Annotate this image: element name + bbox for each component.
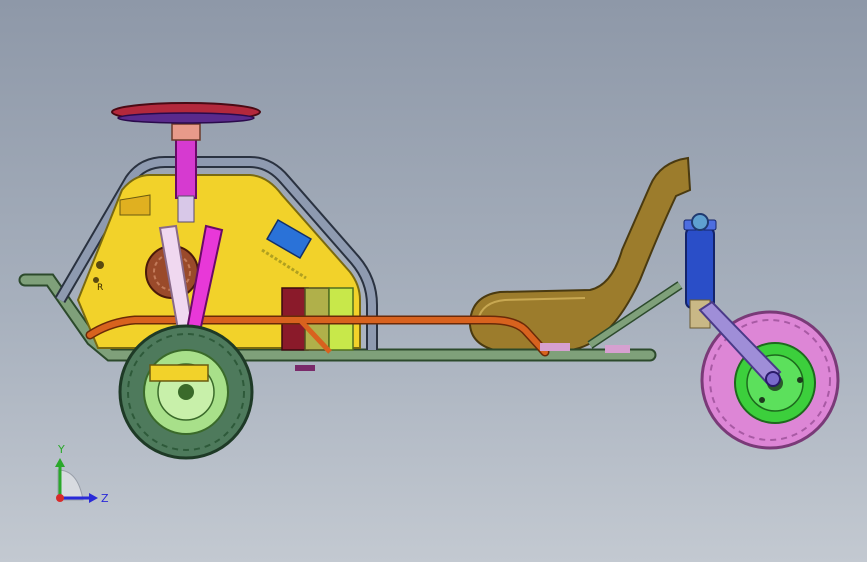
coordinate-triad: Y Z [55, 443, 109, 505]
panel-marking: R [97, 283, 103, 293]
kart-model[interactable]: R [0, 0, 867, 562]
x-axis-icon [56, 494, 64, 502]
front-wheel[interactable] [118, 324, 254, 460]
cad-viewport[interactable]: R Y Z [0, 0, 867, 562]
y-axis-label: Y [57, 443, 65, 456]
steering-wheel[interactable] [111, 102, 261, 124]
z-axis-label: Z [101, 492, 109, 505]
